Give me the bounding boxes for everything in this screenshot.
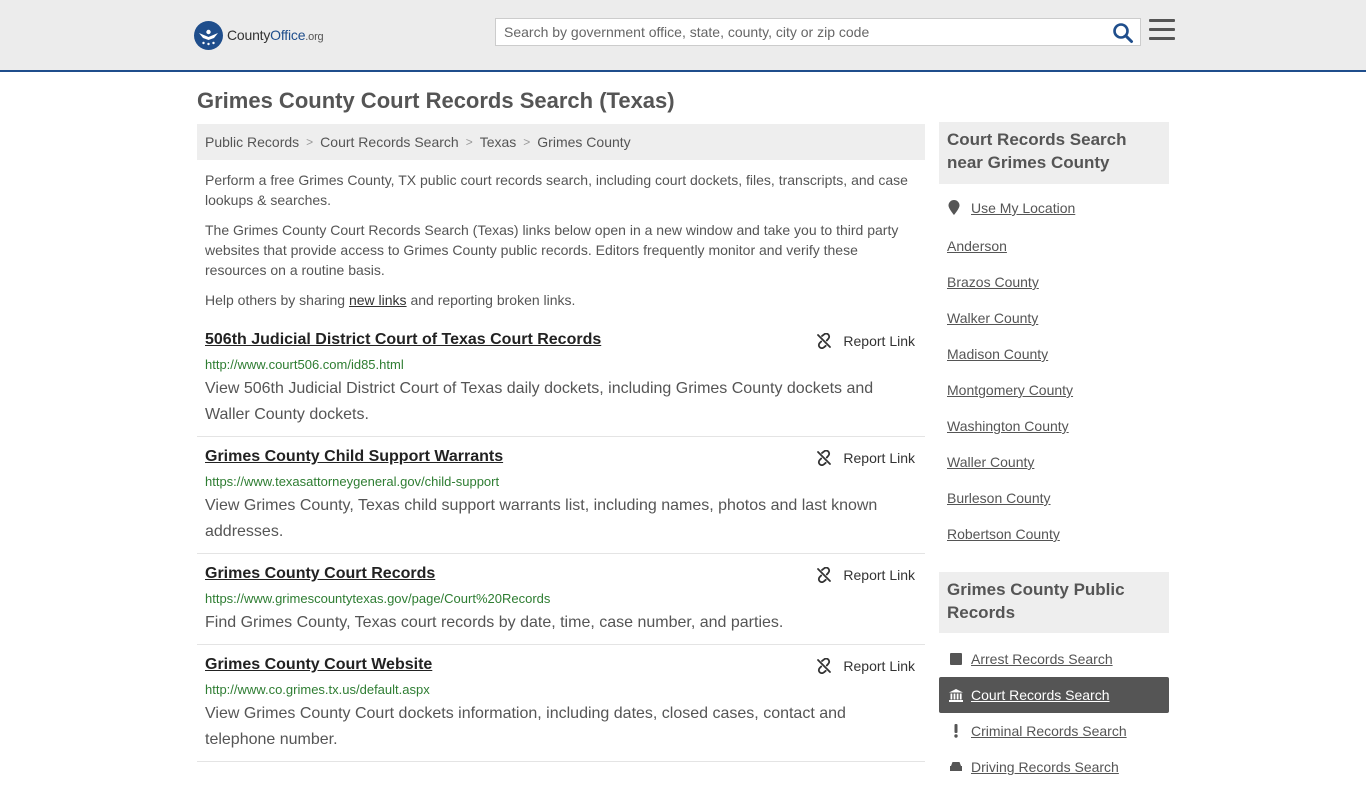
logo-eagle-icon: [194, 20, 223, 50]
search-box: [495, 18, 1141, 46]
sidebar-item-criminal-records[interactable]: Criminal Records Search: [939, 713, 1169, 749]
result-description: Find Grimes County, Texas court records …: [205, 614, 784, 631]
search-button[interactable]: [1112, 22, 1134, 44]
breadcrumb-separator: >: [306, 135, 314, 149]
breadcrumb-grimes-county: Grimes County: [537, 134, 631, 150]
site-header: CountyOffice.org: [0, 0, 1366, 72]
car-icon: [949, 760, 963, 774]
nearby-link-waller-county[interactable]: Waller County: [947, 454, 1034, 470]
logo-text: CountyOffice.org: [227, 27, 324, 43]
sidebar-item-label: Court Records Search: [971, 687, 1110, 703]
search-icon: [1113, 23, 1133, 43]
broken-link-icon: [817, 333, 832, 349]
sidebar-item-arrest-records[interactable]: Arrest Records Search: [939, 641, 1169, 677]
breadcrumb-public-records[interactable]: Public Records: [205, 134, 299, 150]
result-description: View 506th Judicial District Court of Te…: [205, 380, 874, 423]
result-title-link[interactable]: Grimes County Court Records: [205, 565, 435, 583]
result-url: http://www.co.grimes.tx.us/default.aspx: [205, 682, 430, 697]
breadcrumb-separator: >: [465, 135, 473, 149]
sidebar-item-label: Driving Records Search: [971, 759, 1119, 775]
sidebar-item-label: Arrest Records Search: [971, 651, 1113, 667]
sidebar-item-court-records[interactable]: Court Records Search: [939, 677, 1169, 713]
breadcrumb-court-records-search[interactable]: Court Records Search: [320, 134, 459, 150]
hamburger-icon-bar: [1149, 37, 1175, 40]
nearby-link-robertson-county[interactable]: Robertson County: [947, 526, 1060, 542]
result-item: Grimes County Child Support Warrants Rep…: [197, 448, 925, 554]
broken-link-icon: [817, 450, 832, 466]
intro-paragraph-2: The Grimes County Court Records Search (…: [205, 222, 899, 278]
report-link-label: Report Link: [843, 450, 915, 466]
sidebar-item-driving-records[interactable]: Driving Records Search: [939, 749, 1169, 785]
report-link-label: Report Link: [843, 658, 915, 674]
intro-paragraph-3: Help others by sharing new links and rep…: [205, 292, 576, 308]
result-url: http://www.court506.com/id85.html: [205, 357, 404, 372]
new-links-link[interactable]: new links: [349, 292, 407, 308]
nearby-link-washington-county[interactable]: Washington County: [947, 418, 1069, 434]
search-input[interactable]: [496, 19, 1106, 45]
report-link-button[interactable]: Report Link: [816, 656, 915, 676]
result-url: https://www.grimescountytexas.gov/page/C…: [205, 591, 551, 606]
report-link-button[interactable]: Report Link: [816, 331, 915, 351]
result-title-link[interactable]: Grimes County Child Support Warrants: [205, 448, 503, 466]
nearby-link-walker-county[interactable]: Walker County: [947, 310, 1038, 326]
result-title-link[interactable]: 506th Judicial District Court of Texas C…: [205, 331, 601, 349]
sidebar-nearby-heading: Court Records Search near Grimes County: [939, 122, 1169, 184]
nearby-link-madison-county[interactable]: Madison County: [947, 346, 1048, 362]
use-my-location: Use My Location: [947, 200, 1075, 216]
breadcrumb: Public Records > Court Records Search > …: [197, 124, 925, 160]
map-pin-icon: [948, 200, 960, 215]
broken-link-icon: [817, 658, 832, 674]
breadcrumb-separator: >: [523, 135, 531, 149]
report-link-button[interactable]: Report Link: [816, 565, 915, 585]
page-title: Grimes County Court Records Search (Texa…: [197, 88, 675, 113]
result-item: Grimes County Court Website Report Link …: [197, 656, 925, 762]
nearby-link-brazos-county[interactable]: Brazos County: [947, 274, 1039, 290]
result-item: 506th Judicial District Court of Texas C…: [197, 331, 925, 437]
result-title-link[interactable]: Grimes County Court Website: [205, 656, 432, 674]
sidebar-public-records-heading: Grimes County Public Records: [939, 572, 1169, 633]
nearby-link-burleson-county[interactable]: Burleson County: [947, 490, 1051, 506]
report-link-button[interactable]: Report Link: [816, 448, 915, 468]
result-url: https://www.texasattorneygeneral.gov/chi…: [205, 474, 500, 489]
result-item: Grimes County Court Records Report Link …: [197, 565, 925, 645]
breadcrumb-texas[interactable]: Texas: [480, 134, 517, 150]
result-description: View Grimes County, Texas child support …: [205, 497, 878, 540]
exclamation-icon: [949, 724, 963, 738]
result-description: View Grimes County Court dockets informa…: [205, 705, 846, 748]
hamburger-icon-bar: [1149, 19, 1175, 22]
use-my-location-link[interactable]: Use My Location: [971, 200, 1075, 216]
report-link-label: Report Link: [843, 333, 915, 349]
nearby-link-anderson[interactable]: Anderson: [947, 238, 1007, 254]
intro-paragraph-1: Perform a free Grimes County, TX public …: [205, 172, 908, 208]
nearby-link-montgomery-county[interactable]: Montgomery County: [947, 382, 1073, 398]
hamburger-icon-bar: [1149, 28, 1175, 31]
broken-link-icon: [817, 567, 832, 583]
site-logo[interactable]: CountyOffice.org: [194, 20, 324, 50]
square-icon: [949, 652, 963, 666]
report-link-label: Report Link: [843, 567, 915, 583]
courthouse-icon: [949, 688, 963, 702]
sidebar-item-label: Criminal Records Search: [971, 723, 1127, 739]
hamburger-menu-button[interactable]: [1149, 19, 1175, 43]
